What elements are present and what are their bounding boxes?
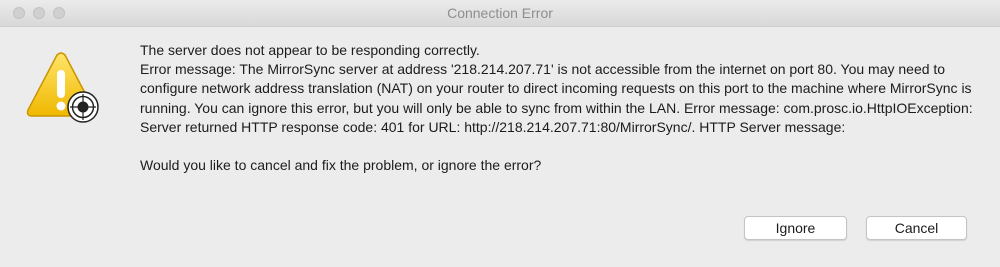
window-title: Connection Error xyxy=(447,5,553,21)
connection-error-dialog: Connection Error The server does not app… xyxy=(0,0,1000,267)
error-question: Would you like to cancel and fix the pro… xyxy=(140,157,542,174)
error-detail: Error message: The MirrorSync server at … xyxy=(140,61,973,135)
message-area: The server does not appear to be respond… xyxy=(140,41,980,175)
warning-triangle-icon xyxy=(24,52,106,127)
title-bar: Connection Error xyxy=(0,0,1000,27)
cancel-button[interactable]: Cancel xyxy=(866,216,967,240)
mirrorsync-badge-icon xyxy=(67,91,99,123)
ignore-button[interactable]: Ignore xyxy=(744,216,847,240)
error-headline: The server does not appear to be respond… xyxy=(140,42,480,58)
